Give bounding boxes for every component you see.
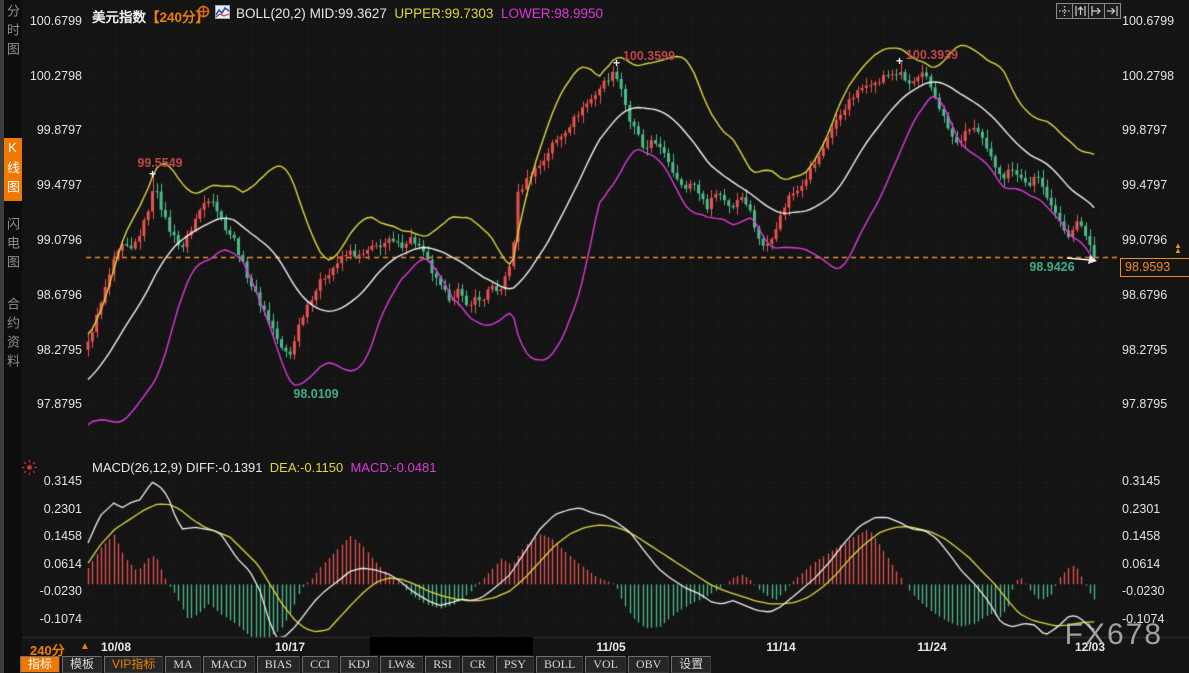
macd-params-label: MACD(26,12,9) xyxy=(92,460,182,475)
price-annotation-99.5549: 99.5549 xyxy=(137,156,182,170)
current-price-tag: 98.9593 xyxy=(1120,258,1189,277)
move-tool-button[interactable] xyxy=(1056,3,1073,19)
price-annotation-100.3599: 100.3599 xyxy=(623,49,675,63)
boll-lower-value: LOWER:98.9950 xyxy=(501,6,603,21)
toolbar-item-VIP指标[interactable]: VIP指标 xyxy=(104,656,163,673)
toolbar-item-LW&[interactable]: LW& xyxy=(380,656,423,673)
price-axis-label-right: 100.2798 xyxy=(1122,69,1180,83)
price-axis-label-right: 97.8795 xyxy=(1122,397,1180,411)
bottom-toolbar: 指标模板VIP指标MAMACDBIASCCIKDJLW&RSICRPSYBOLL… xyxy=(20,656,711,673)
toolbar-item-BOLL[interactable]: BOLL xyxy=(536,656,583,673)
macd-axis-label-left: -0.1074 xyxy=(24,612,82,626)
price-axis-label-left: 100.6799 xyxy=(24,14,82,28)
macd-macd-value: MACD:-0.0481 xyxy=(350,460,436,475)
toolbar-item-BIAS[interactable]: BIAS xyxy=(257,656,300,673)
price-axis-label-right: 99.4797 xyxy=(1122,178,1180,192)
toolbar-item-VOL[interactable]: VOL xyxy=(585,656,626,673)
toolbar-item-RSI[interactable]: RSI xyxy=(425,656,460,673)
date-tick-11/14: 11/14 xyxy=(766,640,795,654)
trading-app-window: 分时图 K线图闪电图合约资料 美元指数【240分】 BOLL(20,2) MID:… xyxy=(0,0,1189,673)
fit-horizontal-button[interactable] xyxy=(1088,3,1105,19)
date-tick-10/17: 10/17 xyxy=(275,640,305,654)
pan-right-button[interactable] xyxy=(1104,3,1121,19)
sidebar-item-合约资料[interactable]: 合约资料 xyxy=(4,297,22,373)
macd-readout: MACD(26,12,9) DIFF:-0.1391 DEA:-0.1150 M… xyxy=(92,460,436,475)
price-axis-label-left: 100.2798 xyxy=(24,69,82,83)
price-axis-label-left: 98.2795 xyxy=(24,343,82,357)
date-tick-11/24: 11/24 xyxy=(917,640,946,654)
macd-diff-value: DIFF:-0.1391 xyxy=(186,460,263,475)
price-axis-label-left: 99.0796 xyxy=(24,233,82,247)
sidebar-item-分时图[interactable]: 分时图 xyxy=(4,4,22,61)
price-axis-label-right: 100.6799 xyxy=(1122,14,1180,28)
extreme-plus-marker: + xyxy=(896,57,903,65)
price-axis-label-left: 99.4797 xyxy=(24,178,82,192)
toolbar-item-CCI[interactable]: CCI xyxy=(302,656,338,673)
price-axis-label-left: 98.6796 xyxy=(24,288,82,302)
price-axis-label-left: 99.8797 xyxy=(24,123,82,137)
boll-upper-value: UPPER:99.7303 xyxy=(394,6,493,21)
blank-tooltip-box xyxy=(370,637,533,655)
boll-readout: BOLL(20,2) MID:99.3627 UPPER:99.7303 LOW… xyxy=(236,6,603,24)
toolbar-item-OBV[interactable]: OBV xyxy=(628,656,669,673)
macd-axis-label-left: 0.1458 xyxy=(24,529,82,543)
macd-axis-label-left: 0.2301 xyxy=(24,502,82,516)
price-annotation-100.3939: 100.3939 xyxy=(906,48,958,62)
instrument-title: 美元指数 xyxy=(92,10,146,25)
toolbar-item-模板[interactable]: 模板 xyxy=(62,656,102,673)
period-up-arrow-icon[interactable]: ▲ xyxy=(80,641,90,652)
sidebar-item-闪电图[interactable]: 闪电图 xyxy=(4,217,22,274)
watermark: FX678 xyxy=(1065,618,1163,652)
toolbar-item-MA[interactable]: MA xyxy=(165,656,200,673)
price-axis-label-right: 99.0796 xyxy=(1122,233,1180,247)
target-icon[interactable] xyxy=(197,5,210,23)
macd-dea-value: DEA:-0.1150 xyxy=(270,460,343,475)
toolbar-item-设置[interactable]: 设置 xyxy=(671,656,711,673)
macd-axis-label-right: 0.3145 xyxy=(1122,474,1180,488)
sidebar: 分时图 K线图闪电图合约资料 xyxy=(4,0,22,673)
macd-axis-label-right: 0.2301 xyxy=(1122,502,1180,516)
toolbar-item-KDJ[interactable]: KDJ xyxy=(340,656,378,673)
macd-axis-label-right: -0.0230 xyxy=(1122,584,1180,598)
chart-thumbnail-icon[interactable] xyxy=(215,5,230,23)
price-annotation-98.9426: 98.9426 xyxy=(1029,260,1074,274)
toolbar-item-CR[interactable]: CR xyxy=(462,656,494,673)
macd-axis-label-right: 0.1458 xyxy=(1122,529,1180,543)
date-tick-11/05: 11/05 xyxy=(596,640,625,654)
date-tick-10/08: 10/08 xyxy=(101,640,131,654)
page-title: 美元指数【240分】 xyxy=(92,6,209,24)
chart-canvas[interactable] xyxy=(0,0,1189,673)
price-axis-label-right: 99.8797 xyxy=(1122,123,1180,137)
price-axis-label-right: 98.2795 xyxy=(1122,343,1180,357)
price-axis-label-left: 97.8795 xyxy=(24,397,82,411)
macd-axis-label-right: 0.0614 xyxy=(1122,557,1180,571)
toolbar-item-MACD[interactable]: MACD xyxy=(203,656,255,673)
macd-axis-label-left: 0.3145 xyxy=(24,474,82,488)
toolbar-item-PSY[interactable]: PSY xyxy=(496,656,534,673)
toolbar-item-指标[interactable]: 指标 xyxy=(20,656,60,673)
price-axis-label-right: 98.6796 xyxy=(1122,288,1180,302)
extreme-plus-marker: + xyxy=(149,170,156,178)
price-annotation-98.0109: 98.0109 xyxy=(293,387,338,401)
macd-axis-label-left: 0.0614 xyxy=(24,557,82,571)
sidebar-item-K线图[interactable]: K线图 xyxy=(4,138,22,201)
fit-vertical-button[interactable] xyxy=(1072,3,1089,19)
macd-axis-label-left: -0.0230 xyxy=(24,584,82,598)
boll-mid-value: MID:99.3627 xyxy=(310,6,387,21)
extreme-plus-marker: + xyxy=(613,59,620,67)
boll-label: BOLL(20,2) xyxy=(236,6,306,21)
